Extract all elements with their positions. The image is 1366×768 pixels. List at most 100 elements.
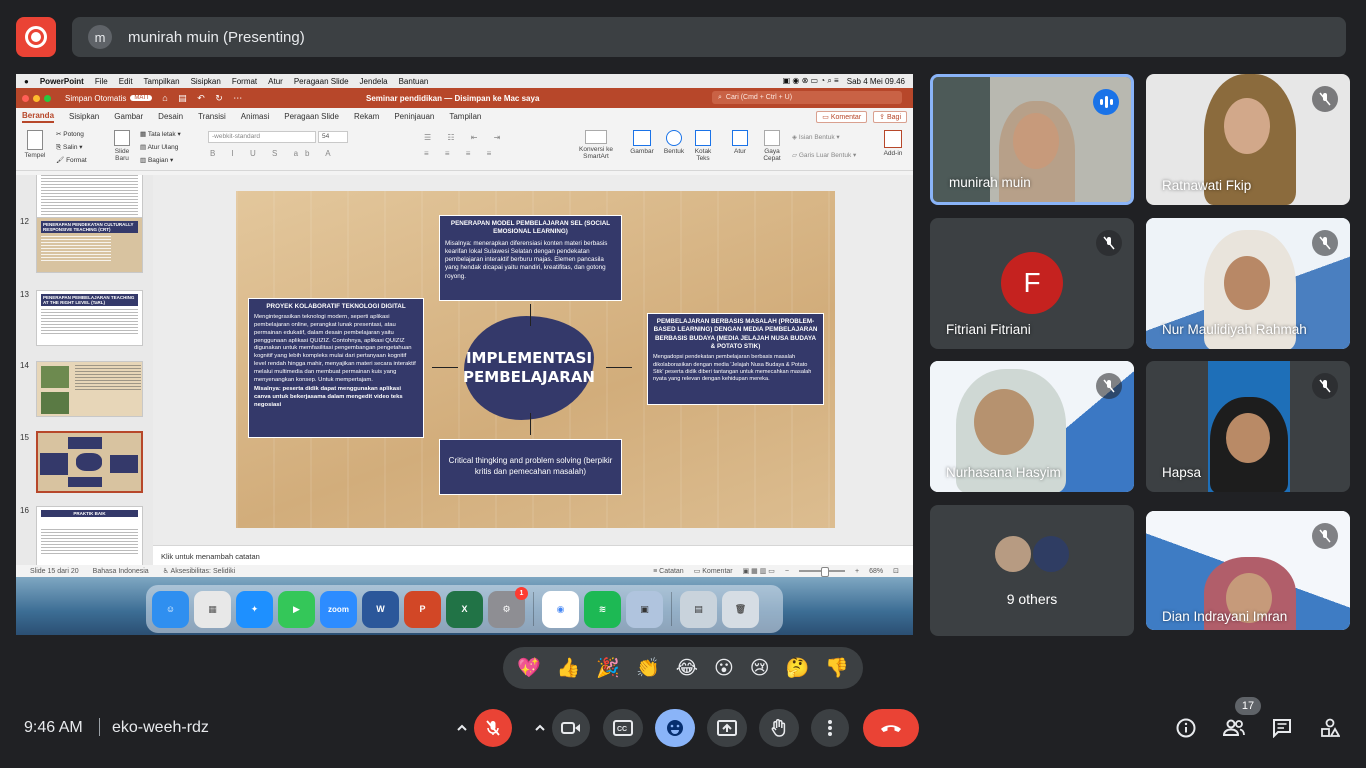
new-slide-icon: [114, 130, 130, 146]
arrow-right: [606, 367, 632, 368]
slide-box-pbl: PEMBELAJARAN BERBASIS MASALAH (PROBLEM-B…: [647, 313, 824, 405]
meeting-info-button[interactable]: [1170, 712, 1202, 744]
textbox-button: Kotak Teks: [690, 130, 716, 162]
hang-up-icon: [881, 725, 901, 732]
reaction-party-popper[interactable]: 🎉: [596, 656, 620, 680]
menubar-datetime: Sab 4 Mei 09.46: [846, 76, 905, 86]
divider: [99, 718, 100, 736]
reaction-clapping[interactable]: 👏: [636, 656, 660, 680]
ppt-search-box: ⌕ Cari (Cmd + Ctrl + U): [712, 91, 902, 104]
picture-button: Gambar: [628, 130, 656, 155]
participant-name: Nur Maulidiyah Rahmah: [1162, 322, 1307, 337]
recording-indicator-button[interactable]: [16, 17, 56, 57]
reaction-sparkling-heart[interactable]: 💖: [517, 656, 541, 680]
participant-tile[interactable]: Dian Indrayani Imran: [1146, 511, 1350, 630]
current-time: 9:46 AM: [24, 719, 83, 736]
share-button: ⇪ Bagi: [873, 110, 907, 123]
presenting-banner: m munirah muin (Presenting): [72, 17, 1346, 57]
present-screen-button[interactable]: [707, 709, 747, 747]
chat-button[interactable]: [1266, 712, 1298, 744]
comments-toggle: ▭ Komentar: [693, 568, 733, 575]
ppt-statusbar: Slide 15 dari 20 Bahasa Indonesia ♿ Akse…: [16, 565, 913, 577]
svg-text:CC: CC: [617, 726, 627, 733]
reaction-thumbs-down[interactable]: 👎: [825, 656, 849, 680]
chevron-up-icon: [535, 724, 545, 731]
thumbnail-number: 16: [20, 506, 29, 515]
participant-name: Fitriani Fitriani: [946, 322, 1031, 337]
menu-help: Bantuan: [398, 76, 429, 86]
thumbnail-number: 14: [20, 361, 29, 370]
menu-app-name: PowerPoint: [39, 76, 84, 86]
slide-thumbnail: PENERAPAN PEMBELAJARAN TEACHING AT THE R…: [36, 290, 143, 346]
paste-button: Tempel: [22, 130, 48, 159]
camera-toggle-button[interactable]: [552, 709, 590, 747]
captions-button[interactable]: CC: [603, 709, 643, 747]
menu-view: Tampilkan: [143, 76, 180, 86]
more-options-button[interactable]: [811, 709, 849, 747]
clipboard-icon: [27, 130, 43, 150]
system-settings-icon: ⚙ 1: [488, 586, 528, 628]
zoom-icon: zoom: [320, 590, 357, 628]
slide-thumbnail: PRAKTIK BAIK: [36, 506, 143, 565]
speaking-indicator-icon: [1093, 89, 1119, 115]
activities-button[interactable]: [1314, 712, 1346, 744]
facetime-icon: ▶: [278, 590, 315, 628]
convert-smartart-button: Konversi ke SmartArt: [574, 130, 618, 160]
view-buttons: ▣ ▦ ▥ ▭: [742, 568, 775, 575]
slide-center-title: IMPLEMENTASI PEMBELAJARAN: [463, 316, 595, 420]
reaction-crying[interactable]: 😢: [750, 657, 770, 680]
menu-slideshow: Peragaan Slide: [293, 76, 349, 86]
people-icon: [1222, 719, 1245, 736]
people-button[interactable]: [1218, 712, 1250, 744]
tab-home: Beranda: [22, 111, 55, 123]
microphone-toggle-button[interactable]: [474, 709, 512, 747]
arrow-down: [530, 413, 531, 435]
others-tile[interactable]: 9 others: [930, 505, 1134, 636]
zoom-slider: [799, 567, 846, 577]
avatar: [1031, 534, 1071, 574]
powerpoint-icon: P: [404, 590, 441, 628]
participant-tile[interactable]: Nurhasana Hasyim: [930, 361, 1134, 492]
leave-call-button[interactable]: [863, 709, 919, 747]
tab-animations: Animasi: [240, 112, 270, 121]
slide-thumbnail-pane: 12 PENERAPAN PENDEKATAN CULTURALLY RESPO…: [16, 175, 153, 565]
slide-thumbnail: PENERAPAN PENDEKATAN CULTURALLY RESPONSI…: [36, 217, 143, 273]
avatar: [993, 534, 1033, 574]
picture-icon: [633, 130, 651, 146]
captions-icon: CC: [613, 720, 633, 736]
video-options-button[interactable]: [526, 709, 554, 747]
participant-tile[interactable]: Hapsa: [1146, 361, 1350, 492]
present-icon: [717, 720, 737, 736]
list-buttons: ☰ ☷ ⇤ ⇥: [424, 133, 508, 142]
tab-slideshow: Peragaan Slide: [284, 112, 339, 121]
reaction-laughing[interactable]: 😂: [676, 657, 698, 680]
menu-edit: Edit: [118, 76, 133, 86]
addins-button: Add-in: [880, 130, 906, 157]
tab-transitions: Transisi: [198, 112, 226, 121]
reaction-thumbs-up[interactable]: 👍: [557, 656, 581, 680]
info-icon: [1176, 718, 1196, 738]
launchpad-icon: ▦: [194, 590, 231, 628]
participant-name: Hapsa: [1162, 465, 1202, 480]
raise-hand-button[interactable]: [759, 709, 799, 747]
participant-tile[interactable]: F Fitriani Fitriani: [930, 218, 1134, 349]
slide-thumbnail-selected: [36, 431, 143, 493]
layout-button: ▦ Tata letak ▾: [140, 131, 181, 138]
shared-screen: ● PowerPoint File Edit Tampilkan Sisipka…: [16, 74, 913, 635]
reaction-surprised[interactable]: 😮: [714, 657, 734, 680]
participant-name: Ratnawati Fkip: [1162, 178, 1252, 193]
participant-avatar: F: [1001, 252, 1063, 314]
current-slide: PENERAPAN MODEL PEMBELAJARAN SEL (SOCIAL…: [236, 191, 835, 528]
participant-tile[interactable]: munirah muin: [930, 74, 1134, 205]
audio-options-button[interactable]: [448, 709, 476, 747]
emoji-reactions-button[interactable]: [655, 709, 695, 747]
reaction-thinking[interactable]: 🤔: [786, 656, 810, 680]
participant-tile[interactable]: Ratnawati Fkip: [1146, 74, 1350, 205]
participant-tile[interactable]: Nur Maulidiyah Rahmah: [1146, 218, 1350, 349]
comment-button: ▭ Komentar: [816, 110, 868, 123]
align-buttons: ≡ ≡ ≡ ≡: [424, 149, 499, 158]
zoom-level: 68%: [869, 567, 884, 575]
addins-icon: [884, 130, 902, 148]
ppt-titlebar: Simpan Otomatis MATI ⌂ ▤ ↶ ↻ ⋯ Seminar p…: [16, 88, 913, 108]
participant-name: Nurhasana Hasyim: [946, 465, 1061, 480]
